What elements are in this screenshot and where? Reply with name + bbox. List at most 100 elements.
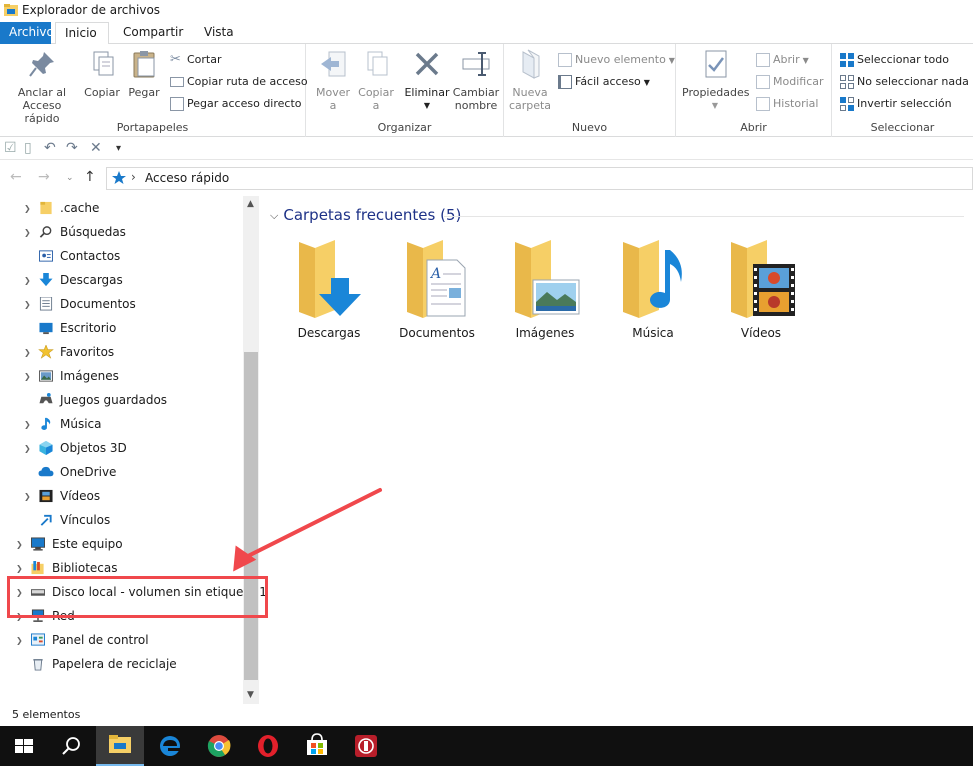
move-to-button[interactable]: Mover a <box>314 48 352 112</box>
forward-icon[interactable]: → <box>38 169 50 185</box>
taskbar <box>0 726 973 766</box>
new-folder-button[interactable]: Nueva carpeta <box>508 48 552 112</box>
redo-icon[interactable]: ↷ <box>66 140 78 156</box>
start-button[interactable] <box>0 726 48 766</box>
collapse-chevron-icon[interactable]: ⌵ <box>270 209 278 222</box>
folder-label: Música <box>632 326 674 340</box>
delete-dropdown-icon[interactable]: ▼ <box>404 99 450 112</box>
rename-button[interactable]: Cambiar nombre <box>452 48 500 112</box>
taskbar-chrome[interactable] <box>195 726 243 766</box>
opera-browser-icon <box>258 735 278 757</box>
properties-dropdown-icon[interactable]: ▼ <box>682 99 748 112</box>
paste-shortcut-button[interactable]: Pegar acceso directo <box>170 95 302 113</box>
properties-button[interactable]: Propiedades ▼ <box>682 48 749 112</box>
expand-chevron-icon[interactable]: ❯ <box>24 342 31 364</box>
taskbar-media-app[interactable] <box>342 726 390 766</box>
annotation-arrow <box>233 488 382 572</box>
taskbar-search-button[interactable] <box>48 726 96 766</box>
expand-chevron-icon[interactable]: ❯ <box>16 630 23 652</box>
taskbar-opera[interactable] <box>244 726 292 766</box>
folder-imagenes[interactable]: Imágenes <box>497 238 593 340</box>
pin-quick-access-button[interactable]: Anclar al Acceso rápido <box>4 48 80 125</box>
breadcrumb-chevron-icon[interactable]: › <box>131 170 136 184</box>
new-folder-qat-icon[interactable]: ▯ <box>24 140 32 156</box>
invert-selection-button[interactable]: Invertir selección <box>840 95 952 113</box>
new-item-dropdown-icon: ▼ <box>668 56 675 65</box>
tab-inicio[interactable]: Inicio <box>55 22 109 45</box>
new-item-button[interactable]: Nuevo elemento ▼ <box>558 51 675 69</box>
section-frequent-folders[interactable]: ⌵ Carpetas frecuentes (5) <box>270 206 461 224</box>
tab-archivo[interactable]: Archivo <box>0 22 54 44</box>
invert-selection-label: Invertir selección <box>857 97 952 110</box>
back-icon[interactable]: ← <box>10 169 22 185</box>
search-icon <box>39 226 52 238</box>
undo-icon[interactable]: ↶ <box>44 140 56 156</box>
select-all-icon <box>840 53 854 67</box>
open-button[interactable]: Abrir ▼ <box>756 51 809 69</box>
quick-access-star-icon <box>112 171 126 184</box>
copy-path-button[interactable]: Copiar ruta de acceso <box>170 73 308 91</box>
history-icon <box>756 97 770 111</box>
address-bar[interactable]: › Acceso rápido <box>106 167 973 190</box>
expand-chevron-icon[interactable]: ❯ <box>24 222 31 244</box>
edit-label: Modificar <box>773 75 824 88</box>
scroll-down-icon[interactable]: ▼ <box>247 690 254 700</box>
documents-folder-icon: A <box>407 240 466 318</box>
taskbar-file-explorer[interactable] <box>96 726 144 766</box>
up-icon[interactable]: ↑ <box>84 169 96 185</box>
nav-item-label: Imágenes <box>60 369 119 383</box>
nav-item-label: .cache <box>60 201 100 215</box>
nav-item-label: Búsquedas <box>60 225 126 239</box>
scroll-up-icon[interactable]: ▲ <box>247 199 254 209</box>
paste-button[interactable]: Pegar <box>124 48 164 99</box>
breadcrumb-acceso-rapido[interactable]: Acceso rápido <box>145 171 229 185</box>
nav-scrollbar[interactable]: ▲ ▼ <box>243 196 259 704</box>
recent-locations-icon[interactable]: ⌄ <box>66 173 74 183</box>
expand-chevron-icon[interactable]: ❯ <box>24 366 31 388</box>
folder-musica[interactable]: Música <box>605 238 701 340</box>
select-none-icon <box>840 75 854 89</box>
delete-button[interactable]: Eliminar ▼ <box>404 48 450 112</box>
select-none-button[interactable]: No seleccionar nada <box>840 73 969 91</box>
3d-cube-icon <box>39 441 53 455</box>
folder-documentos[interactable]: A Documentos <box>389 238 485 340</box>
copy-icon <box>93 51 114 76</box>
expand-chevron-icon[interactable]: ❯ <box>24 270 31 292</box>
paste-label: Pegar <box>128 86 160 99</box>
tab-vista[interactable]: Vista <box>195 22 243 44</box>
tab-compartir[interactable]: Compartir <box>114 22 192 44</box>
expand-chevron-icon[interactable]: ❯ <box>24 198 31 220</box>
taskbar-edge[interactable] <box>146 726 194 766</box>
select-none-label: No seleccionar nada <box>857 75 969 88</box>
section-divider <box>444 216 964 217</box>
expand-chevron-icon[interactable]: ❯ <box>16 534 23 556</box>
expand-chevron-icon[interactable]: ❯ <box>24 438 31 460</box>
select-all-button[interactable]: Seleccionar todo <box>840 51 949 69</box>
window-title: Explorador de archivos <box>22 3 161 17</box>
edit-icon <box>756 75 770 89</box>
cut-button[interactable]: ✂ Cortar <box>170 51 222 69</box>
taskbar-store[interactable] <box>293 726 341 766</box>
select-all-label: Seleccionar todo <box>857 53 949 66</box>
history-button[interactable]: Historial <box>756 95 818 113</box>
copy-to-icon <box>367 51 388 76</box>
copy-button[interactable]: Copiar <box>82 48 122 99</box>
easy-access-button[interactable]: Fácil acceso ▼ <box>558 73 650 91</box>
section-title: Carpetas frecuentes (5) <box>283 206 462 224</box>
folder-descargas[interactable]: Descargas <box>281 238 377 340</box>
expand-chevron-icon[interactable]: ❯ <box>24 414 31 436</box>
delete-x-icon <box>415 52 439 76</box>
delete-qat-icon[interactable]: ✕ <box>90 140 102 156</box>
copy-label: Copiar <box>84 86 120 99</box>
customize-qat-icon[interactable]: ▾ <box>116 143 121 154</box>
expand-chevron-icon[interactable]: ❯ <box>24 294 31 316</box>
properties-qat-icon[interactable]: ☑ <box>4 140 17 156</box>
edit-button[interactable]: Modificar <box>756 73 824 91</box>
recycle-bin-icon <box>33 659 43 671</box>
copy-to-button[interactable]: Copiar a <box>356 48 396 112</box>
group-organizar: Mover a Copiar a Eliminar ▼ Cambiar nomb… <box>306 44 504 137</box>
nav-item-label: Música <box>60 417 102 431</box>
group-label-abrir: Abrir <box>740 121 767 134</box>
folder-videos[interactable]: Vídeos <box>713 238 809 340</box>
expand-chevron-icon[interactable]: ❯ <box>24 486 31 508</box>
